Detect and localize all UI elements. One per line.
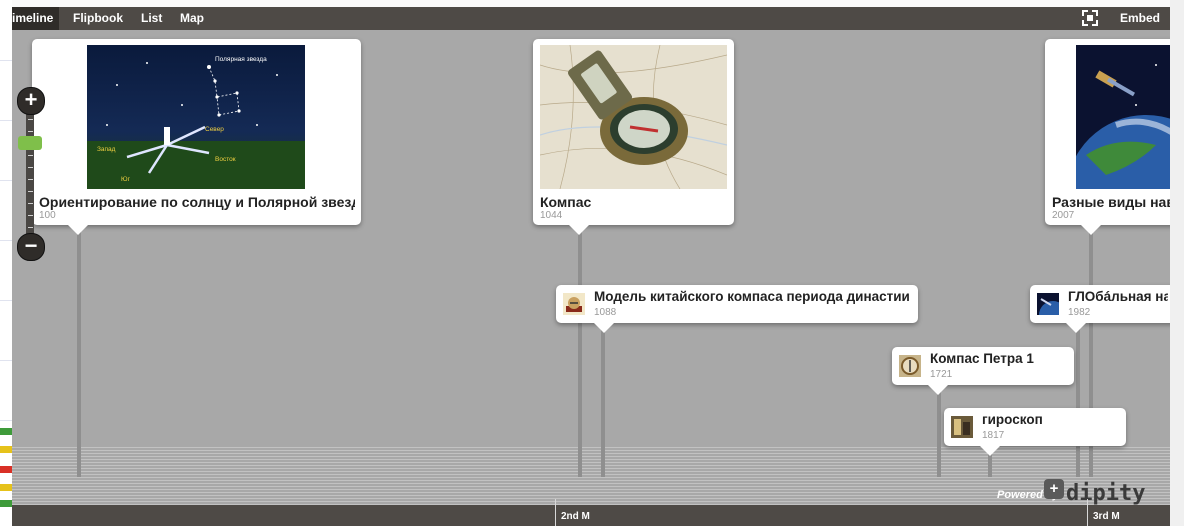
event-stem (937, 387, 941, 477)
event-year: 1088 (594, 307, 617, 318)
event-title: Разные виды навигации (1052, 194, 1170, 210)
event-stem (601, 325, 605, 477)
axis-tick (555, 499, 556, 526)
timeline-axis[interactable]: 2nd M 3rd M (12, 499, 1170, 526)
plus-icon: + (24, 87, 38, 112)
chinese-compass-thumbnail (563, 293, 585, 315)
event-title: Модель китайского компаса периода династ… (594, 289, 910, 304)
gyroscope-thumbnail (951, 416, 973, 438)
satellite-earth-image (1076, 45, 1170, 189)
event-card[interactable]: ГЛОбáльная навигация 1982 (1030, 285, 1170, 333)
tab-flipbook[interactable]: Flipbook (73, 7, 123, 30)
card-pointer (594, 323, 614, 333)
tab-map[interactable]: Map (180, 7, 204, 30)
page: imeline Flipbook List Map Embed Полярная… (0, 0, 1184, 526)
west-label: Запад (97, 146, 116, 153)
zoom-control: + − (17, 87, 45, 267)
compass-image (540, 45, 727, 189)
card-pointer (1066, 323, 1086, 333)
night-sky-image: Полярная звезда Север Запад Восток Юг (87, 45, 305, 189)
card-pointer (980, 446, 1000, 456)
east-label: Восток (215, 156, 236, 163)
axis-label: 3rd M (1093, 511, 1120, 522)
minus-icon: − (24, 233, 38, 258)
tab-timeline[interactable]: imeline (12, 7, 60, 30)
south-label: Юг (121, 176, 131, 183)
dipity-logo[interactable]: dipity (1066, 481, 1145, 506)
axis-label: 2nd M (561, 511, 590, 522)
event-stem (1076, 325, 1080, 477)
right-scroll-edge (1170, 0, 1184, 526)
event-card[interactable]: гироскоп 1817 (944, 408, 1126, 456)
dipity-branding[interactable]: Powered by + dipity (997, 477, 1167, 507)
fullscreen-icon[interactable] (1082, 10, 1098, 26)
event-year: 1721 (930, 369, 953, 380)
card-pointer (68, 225, 88, 235)
event-title: ГЛОбáльная навигация (1068, 289, 1168, 304)
event-title: Компас (540, 194, 592, 210)
plus-icon[interactable]: + (1044, 479, 1064, 499)
event-year: 1044 (540, 210, 563, 221)
event-stem (578, 227, 582, 477)
event-year: 2007 (1052, 210, 1075, 221)
event-card[interactable]: Модель китайского компаса периода династ… (556, 285, 918, 333)
left-edge-decoration (0, 0, 12, 526)
event-title: Ориентирование по солнцу и Полярной звез… (39, 194, 355, 210)
event-title: Компас Петра 1 (930, 351, 1034, 366)
event-year: 1982 (1068, 307, 1091, 318)
event-card[interactable]: Полярная звезда Север Запад Восток Юг Ор… (32, 39, 361, 235)
north-label: Север (205, 126, 224, 133)
axis-tick (1087, 499, 1088, 526)
event-card[interactable]: Компас Петра 1 1721 (892, 347, 1074, 395)
embed-button[interactable]: Embed (1120, 7, 1160, 29)
zoom-in-button[interactable]: + (17, 87, 45, 115)
zoom-slider-handle[interactable] (18, 136, 42, 150)
event-title: гироскоп (982, 412, 1043, 427)
card-pointer (928, 385, 948, 395)
card-pointer (569, 225, 589, 235)
peter-compass-thumbnail (899, 355, 921, 377)
event-card[interactable]: Разные виды навигации 2007 (1045, 39, 1170, 235)
view-tabs-bar: imeline Flipbook List Map Embed (12, 7, 1170, 30)
top-strip (12, 0, 1184, 7)
tab-list[interactable]: List (141, 7, 162, 30)
timeline-widget: imeline Flipbook List Map Embed Полярная… (12, 7, 1170, 526)
event-year: 1817 (982, 430, 1005, 441)
card-pointer (1081, 225, 1101, 235)
zoom-out-button[interactable]: − (17, 233, 45, 261)
polar-star-label: Полярная звезда (215, 56, 267, 63)
event-stem (77, 227, 81, 477)
zoom-track[interactable] (26, 111, 34, 241)
event-card[interactable]: Компас 1044 (533, 39, 734, 235)
global-navigation-thumbnail (1037, 293, 1059, 315)
